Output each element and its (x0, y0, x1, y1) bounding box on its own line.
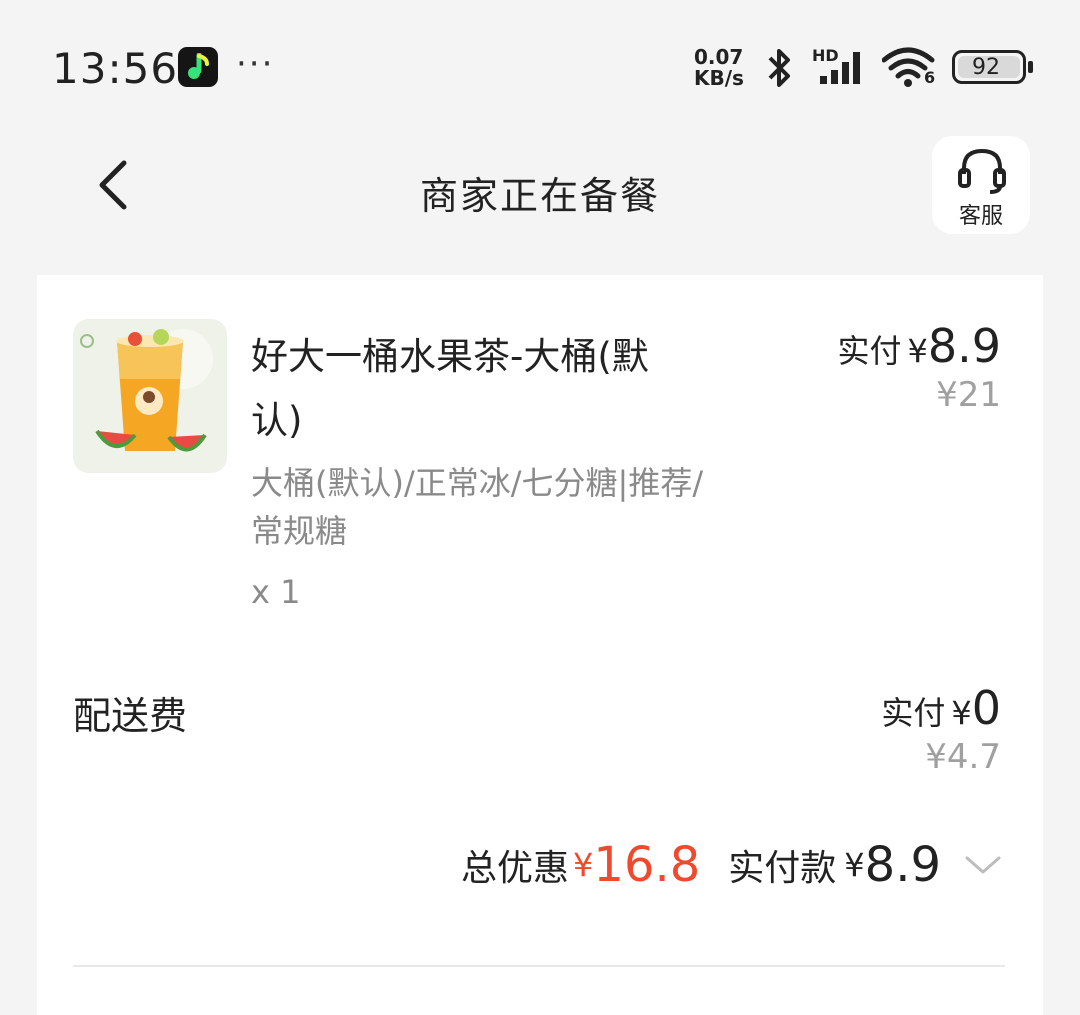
network-speed-value: 0.07 (694, 45, 744, 69)
paid-label: 实付 (881, 694, 946, 732)
paid-amount: 8.9 (927, 319, 1001, 373)
total-discount-label: 总优惠 (461, 848, 570, 889)
headset-icon (958, 148, 1006, 194)
product-name[interactable]: 好大一桶水果茶-大桶(默认) (251, 325, 691, 453)
product-original-price: ¥21 (936, 375, 1001, 415)
currency-symbol: ¥ (951, 694, 972, 732)
customer-service-label: 客服 (958, 204, 1003, 229)
wifi-6-label: 6 (924, 68, 936, 87)
product-specs: 大桶(默认)/正常冰/七分糖|推荐/常规糖 (251, 464, 704, 550)
delivery-fee-label: 配送费 (73, 694, 188, 738)
currency-symbol: ¥ (907, 332, 928, 370)
network-speed: 0.07 KB/s (694, 47, 752, 89)
more-notifications-icon: ··· (236, 44, 275, 84)
total-paid-label: 实付款 (728, 848, 837, 889)
delivery-paid-price: 实付 ¥0 (881, 681, 1001, 735)
order-detail-card: 好大一桶水果茶-大桶(默认) 大桶(默认)/正常冰/七分糖|推荐/常规糖 x 1… (37, 275, 1043, 1015)
status-bar: 13:56 ··· 0.07 KB/s HD 6 92 (0, 0, 1080, 135)
product-image[interactable] (73, 319, 227, 473)
bluetooth-icon (768, 49, 790, 87)
clock: 13:56 (52, 44, 179, 93)
paid-label: 实付 (837, 332, 902, 370)
total-paid-amount: 8.9 (864, 837, 941, 893)
paid-amount: 0 (971, 681, 1001, 735)
delivery-original-price: ¥4.7 (925, 737, 1001, 777)
chevron-down-icon[interactable] (963, 850, 1003, 880)
order-summary[interactable]: 总优惠 ¥ 16.8 实付款 ¥ 8.9 (461, 837, 1003, 893)
product-quantity: x 1 (251, 573, 301, 611)
paid-currency: ¥ (844, 846, 865, 884)
wifi-icon: 6 (882, 46, 938, 90)
delivery-fee-price: 实付 ¥0 ¥4.7 (881, 681, 1001, 777)
product-paid-price: 实付 ¥8.9 (837, 319, 1001, 373)
product-price: 实付 ¥8.9 ¥21 (837, 319, 1001, 415)
page-title: 商家正在备餐 (419, 174, 660, 218)
discount-currency: ¥ (573, 846, 594, 884)
music-app-icon (178, 47, 218, 87)
total-discount-amount: 16.8 (593, 837, 701, 893)
battery-level: 92 (972, 55, 1000, 80)
battery-icon: 92 (952, 50, 1033, 84)
cellular-signal-icon: HD (812, 46, 870, 86)
divider (73, 965, 1005, 967)
customer-service-button[interactable]: 客服 (932, 136, 1030, 234)
navigation-bar: 商家正在备餐 客服 (0, 135, 1080, 245)
network-speed-unit: KB/s (694, 66, 744, 90)
